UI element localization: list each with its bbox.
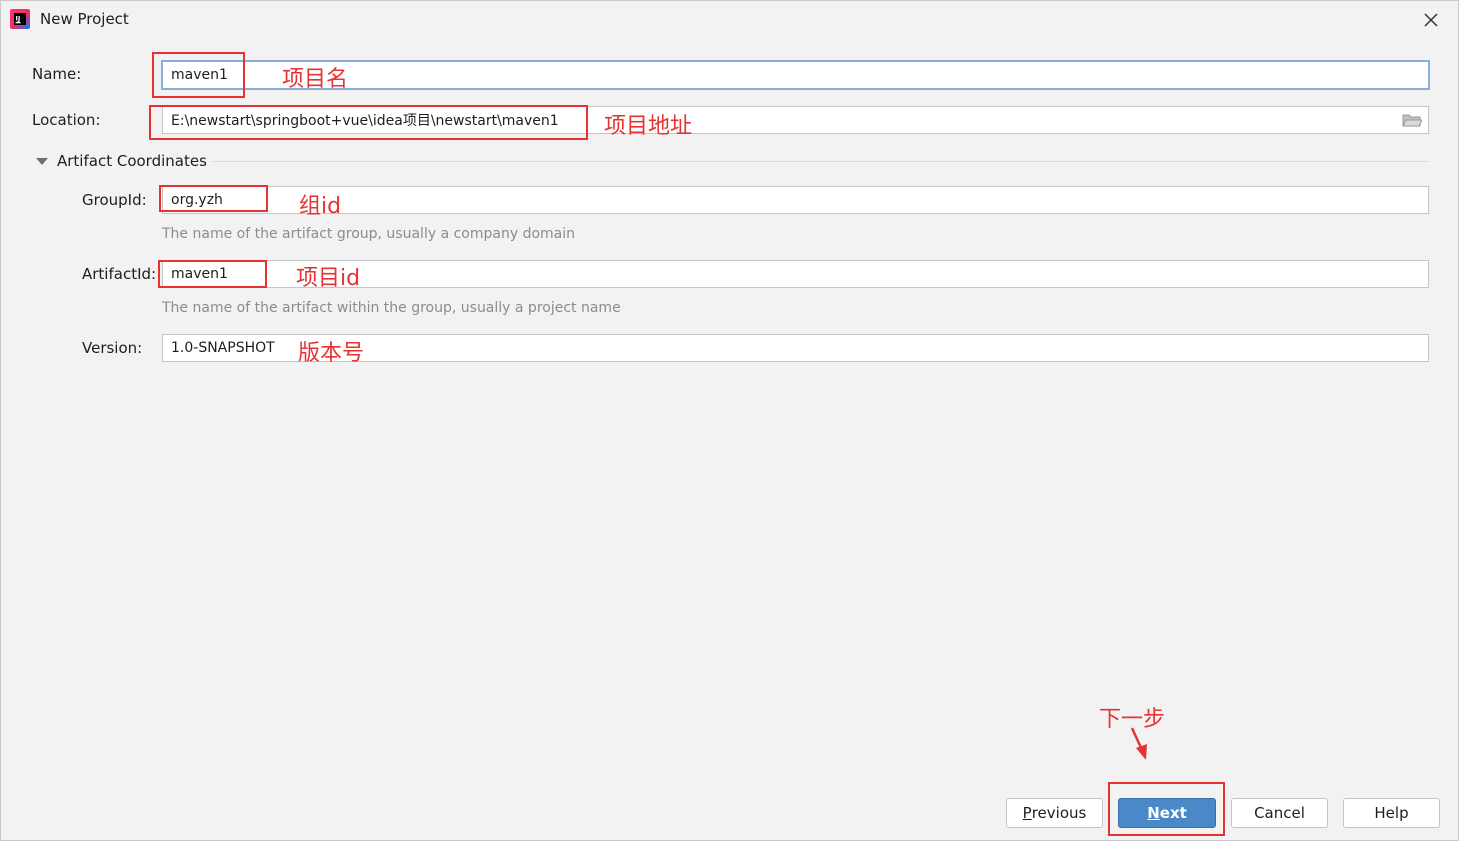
group-id-input[interactable] [163,187,1428,213]
next-label: ext [1159,804,1187,822]
annotation-box-name [152,52,245,98]
help-button[interactable]: Help [1343,798,1440,828]
name-field-container [161,60,1430,90]
folder-open-icon[interactable] [1402,112,1423,128]
annotation-box-location [149,105,588,140]
annotation-group-id: 组id [299,194,342,219]
title-bar: IJ New Project [1,1,1458,39]
group-id-hint: The name of the artifact group, usually … [162,226,575,242]
artifact-coordinates-toggle[interactable]: Artifact Coordinates [36,151,207,171]
section-divider [212,161,1429,162]
artifact-coordinates-label: Artifact Coordinates [57,152,207,170]
location-label: Location: [32,111,101,129]
previous-mnemonic: P [1022,804,1032,822]
annotation-arrow-icon [1130,727,1147,760]
svg-text:IJ: IJ [16,15,21,23]
annotation-name: 项目名 [282,67,349,92]
window-title: New Project [40,10,129,28]
next-button[interactable]: Next [1118,798,1216,828]
group-id-field-container [162,186,1429,214]
name-input[interactable] [163,62,1428,88]
cancel-button[interactable]: Cancel [1231,798,1328,828]
intellij-idea-icon: IJ [10,9,30,29]
previous-label: revious [1031,804,1087,822]
close-icon[interactable] [1418,7,1444,33]
name-label: Name: [32,65,82,83]
artifact-id-hint: The name of the artifact within the grou… [162,300,621,316]
annotation-version: 版本号 [298,341,365,366]
artifact-id-label: ArtifactId: [82,265,157,283]
annotation-artifact-id: 项目id [296,266,361,291]
next-mnemonic: N [1147,804,1160,822]
chevron-down-icon [36,157,48,165]
previous-button[interactable]: Previous [1006,798,1103,828]
annotation-box-artifact-id [158,260,267,288]
group-id-label: GroupId: [82,191,147,209]
version-label: Version: [82,339,143,357]
new-project-dialog: IJ New Project Name: Location: Artifact … [0,0,1459,841]
annotation-location: 项目地址 [604,114,693,139]
annotation-box-group-id [159,185,268,212]
